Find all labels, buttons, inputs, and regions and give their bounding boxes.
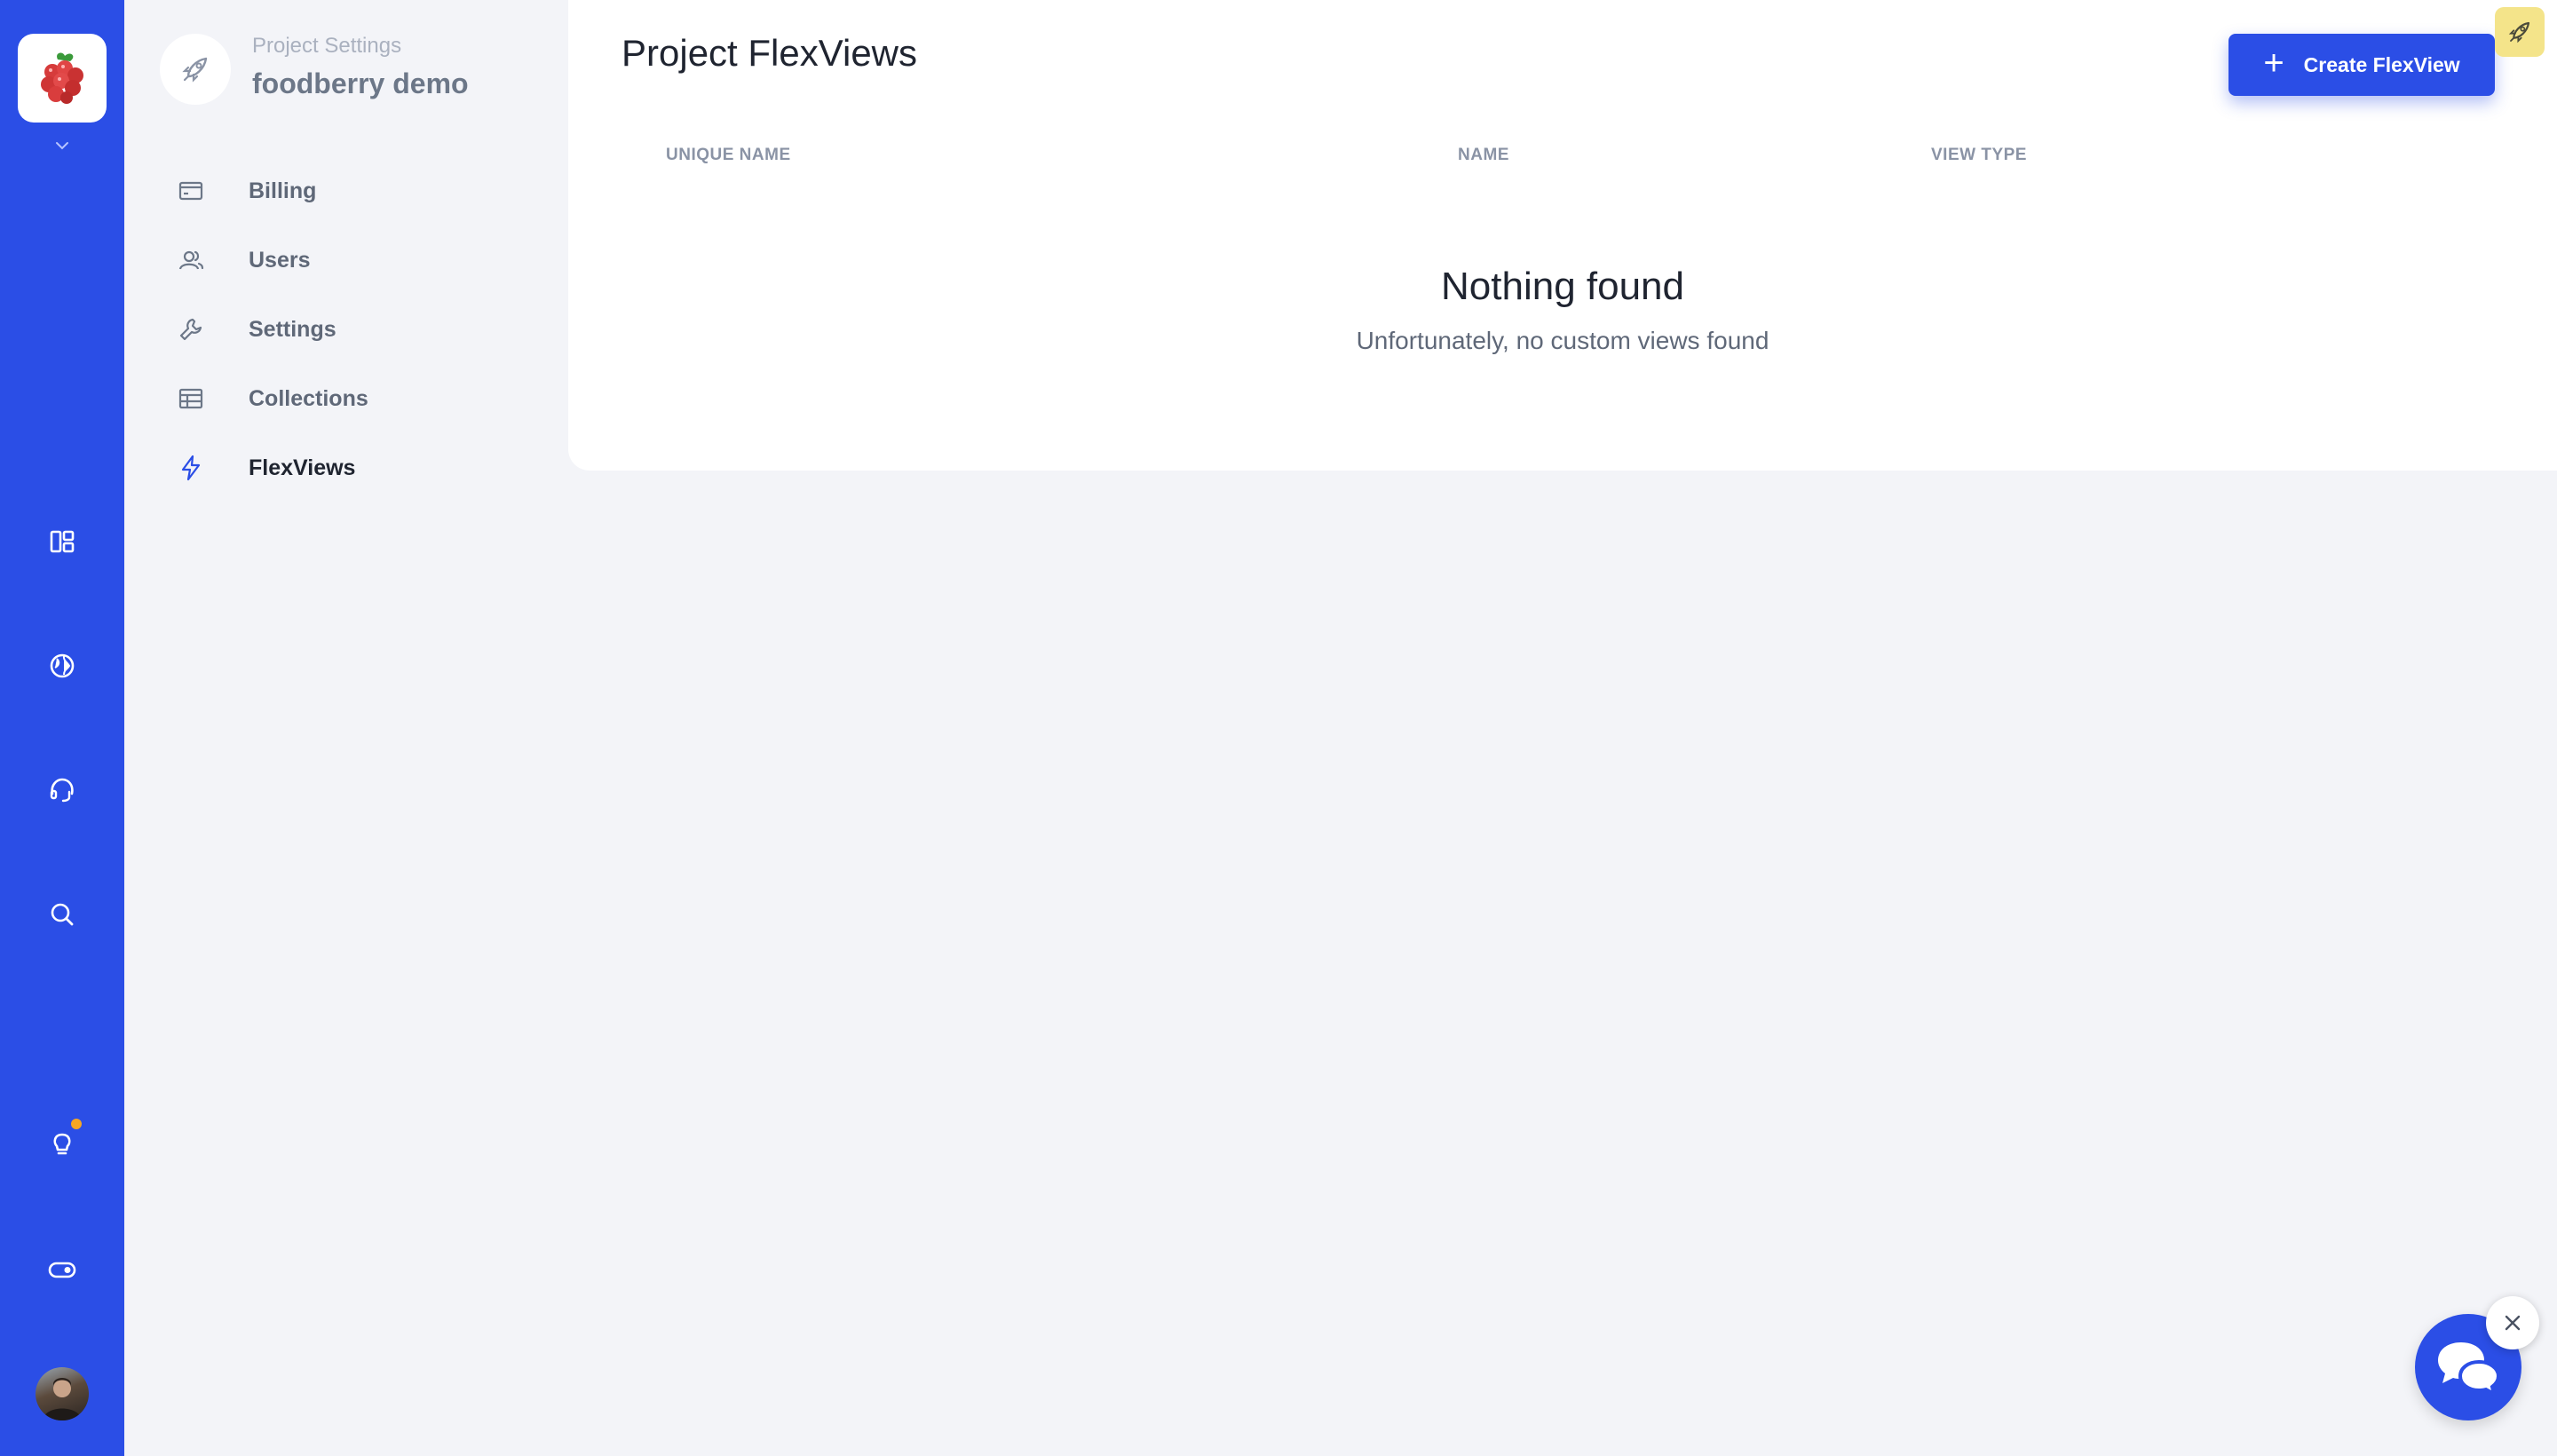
page-title: Project FlexViews	[621, 32, 918, 74]
empty-state-title: Nothing found	[1441, 265, 1684, 308]
rocket-icon	[182, 57, 208, 83]
project-avatar	[160, 34, 231, 105]
sidebar-item-label: Collections	[249, 385, 368, 411]
sidebar-item-flexviews[interactable]: FlexViews	[178, 441, 550, 495]
sidebar-item-collections[interactable]: Collections	[178, 372, 550, 425]
settings-sidebar: Project Settings foodberry demo Billing …	[124, 0, 568, 1456]
empty-state-subtitle: Unfortunately, no custom views found	[1356, 327, 1769, 354]
wrench-icon	[178, 316, 231, 343]
sidebar-item-billing[interactable]: Billing	[178, 164, 550, 218]
project-name: foodberry demo	[252, 67, 469, 99]
rocket-badge[interactable]	[2495, 7, 2545, 57]
column-header-unique-name[interactable]: UNIQUE NAME	[666, 146, 791, 165]
plus-icon: +	[2263, 44, 2284, 83]
raspberry-logo-icon	[41, 52, 83, 104]
flexviews-panel: Project FlexViews + Create FlexView UNIQ…	[568, 0, 2557, 471]
users-icon	[178, 247, 231, 273]
sidebar-item-users[interactable]: Users	[178, 233, 550, 287]
toggle-icon[interactable]	[36, 1243, 89, 1296]
headset-icon[interactable]	[36, 764, 89, 817]
credit-card-icon	[178, 178, 231, 204]
sidebar-item-label: Settings	[249, 316, 336, 342]
sidebar-item-label: Users	[249, 247, 311, 273]
search-icon[interactable]	[36, 888, 89, 941]
notification-dot	[71, 1119, 82, 1129]
sidebar-item-label: FlexViews	[249, 455, 356, 480]
close-icon	[2505, 1315, 2521, 1331]
lightbulb-icon[interactable]	[36, 1117, 89, 1170]
app-rail	[0, 0, 124, 1456]
lightning-icon	[178, 455, 231, 481]
column-header-name[interactable]: NAME	[1458, 146, 1509, 165]
column-header-view-type[interactable]: VIEW TYPE	[1931, 146, 2027, 165]
user-avatar[interactable]	[36, 1367, 89, 1420]
rocket-icon	[2508, 21, 2530, 44]
project-settings-kicker: Project Settings	[252, 34, 402, 58]
globe-icon[interactable]	[36, 639, 89, 692]
sidebar-item-label: Billing	[249, 178, 317, 203]
app-logo[interactable]	[18, 34, 107, 123]
create-flexview-label: Create FlexView	[2303, 52, 2460, 76]
table-icon	[178, 385, 231, 412]
sidebar-item-settings[interactable]: Settings	[178, 303, 550, 356]
chevron-down-icon[interactable]	[51, 135, 73, 156]
dashboard-icon[interactable]	[36, 515, 89, 568]
chat-close-button[interactable]	[2486, 1296, 2539, 1349]
create-flexview-button[interactable]: + Create FlexView	[2228, 34, 2495, 96]
chat-bubbles-icon	[2438, 1342, 2501, 1396]
